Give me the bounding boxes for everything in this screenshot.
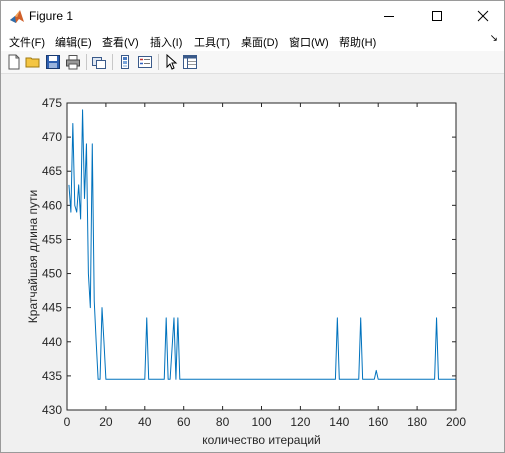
- property-inspector-icon[interactable]: [182, 54, 198, 70]
- open-file-icon[interactable]: [25, 54, 41, 70]
- y-tick-label: 470: [42, 130, 62, 144]
- matlab-logo-icon: [10, 10, 24, 23]
- axes-background: [67, 103, 456, 410]
- menu-view[interactable]: 查看(V): [102, 34, 139, 50]
- y-tick-label: 435: [42, 369, 62, 383]
- y-tick-label: 475: [42, 96, 62, 110]
- x-tick-label: 20: [99, 415, 113, 429]
- x-tick-label: 40: [138, 415, 152, 429]
- toolbar-separator: [86, 54, 87, 70]
- menu-insert[interactable]: 插入(I): [150, 34, 182, 50]
- x-tick-label: 100: [251, 415, 271, 429]
- x-tick-label: 160: [368, 415, 388, 429]
- title-bar[interactable]: Figure 1: [1, 1, 504, 31]
- x-tick-label: 180: [407, 415, 427, 429]
- chevron-arrow-icon[interactable]: ↘: [490, 33, 498, 44]
- menu-tools[interactable]: 工具(T): [194, 34, 230, 50]
- menu-edit[interactable]: 编辑(E): [55, 34, 92, 50]
- x-tick-label: 200: [446, 415, 466, 429]
- x-tick-label: 140: [329, 415, 349, 429]
- maximize-icon: [432, 11, 442, 21]
- toolbar-separator: [112, 54, 113, 70]
- y-tick-label: 430: [42, 403, 62, 417]
- window-title: Figure 1: [29, 9, 74, 23]
- minimize-button[interactable]: [366, 1, 412, 31]
- new-figure-icon[interactable]: [6, 54, 22, 70]
- close-icon: [477, 10, 489, 22]
- y-tick-label: 455: [42, 232, 62, 246]
- toolbar: [1, 51, 504, 74]
- insert-colorbar-icon[interactable]: [117, 54, 133, 70]
- y-tick-label: 450: [42, 267, 62, 281]
- x-tick-label: 0: [64, 415, 71, 429]
- y-tick-label: 460: [42, 198, 62, 212]
- minimize-icon: [384, 16, 394, 17]
- x-tick-label: 120: [290, 415, 310, 429]
- print-icon[interactable]: [65, 54, 81, 70]
- y-tick-label: 445: [42, 301, 62, 315]
- y-tick-label: 440: [42, 335, 62, 349]
- menu-window[interactable]: 窗口(W): [289, 34, 329, 50]
- pointer-icon[interactable]: [163, 54, 179, 70]
- menu-desktop[interactable]: 桌面(D): [241, 34, 278, 50]
- figure-canvas: 0 20 40 60 80 100 120 140 160 180 200 430 435 440 445 4…: [1, 74, 504, 452]
- x-tick-label: 60: [177, 415, 191, 429]
- link-plot-icon[interactable]: [91, 54, 107, 70]
- y-tick-label: 465: [42, 164, 62, 178]
- close-button[interactable]: [460, 1, 504, 31]
- maximize-button[interactable]: [414, 1, 460, 31]
- menu-help[interactable]: 帮助(H): [339, 34, 376, 50]
- insert-legend-icon[interactable]: [137, 54, 153, 70]
- figure-window: Figure 1 文件(F) 编辑(E) 查看(V) 插入(I) 工具(T) 桌…: [0, 0, 505, 453]
- menu-bar: 文件(F) 编辑(E) 查看(V) 插入(I) 工具(T) 桌面(D) 窗口(W…: [1, 31, 504, 51]
- y-axis-label: Кратчайшая длина пути: [26, 190, 40, 323]
- x-axis-label: количество итераций: [202, 433, 321, 447]
- line-chart[interactable]: 0 20 40 60 80 100 120 140 160 180 200 430 435 440 445 4…: [1, 74, 504, 452]
- toolbar-separator: [158, 54, 159, 70]
- save-icon[interactable]: [45, 54, 61, 70]
- menu-file[interactable]: 文件(F): [9, 34, 45, 50]
- x-tick-label: 80: [216, 415, 230, 429]
